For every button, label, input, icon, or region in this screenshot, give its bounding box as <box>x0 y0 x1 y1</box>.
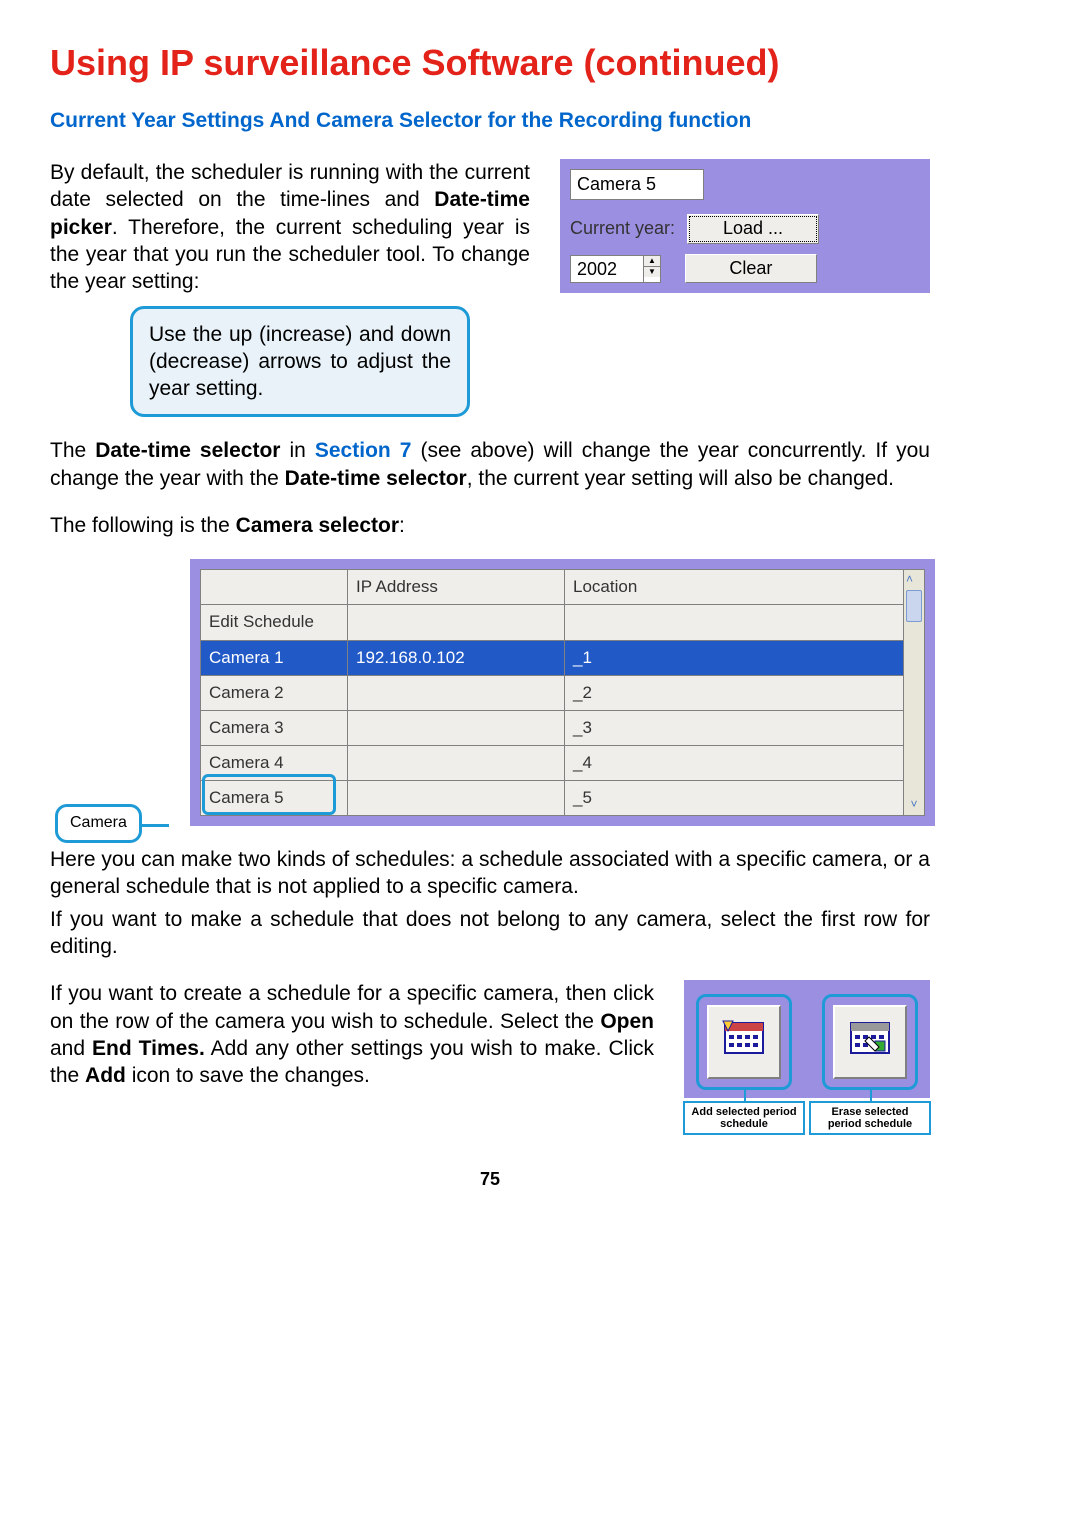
scroll-up-icon[interactable]: ˄ <box>906 570 922 590</box>
cell: _5 <box>565 780 904 815</box>
camera-table[interactable]: IP Address Location Edit Schedule Camera… <box>200 569 904 816</box>
table-header-row: IP Address Location <box>201 570 904 605</box>
add-schedule-button[interactable] <box>707 1005 781 1079</box>
schedule-kinds-paragraph: Here you can make two kinds of schedules… <box>50 846 930 901</box>
header-ip: IP Address <box>348 570 565 605</box>
camera-selector-panel: IP Address Location Edit Schedule Camera… <box>190 559 935 826</box>
cell: Edit Schedule <box>201 605 348 640</box>
text: Add <box>85 1064 126 1087</box>
text: and <box>50 1037 92 1060</box>
cell: Camera 3 <box>201 710 348 745</box>
schedule-icons-panel: Add selected period schedule Erase selec… <box>684 980 930 1098</box>
erase-schedule-caption: Erase selected period schedule <box>809 1101 931 1135</box>
text: icon to save the changes. <box>126 1064 370 1087</box>
cell: Camera 5 <box>201 780 348 815</box>
year-spinner[interactable]: 2002 ▲ ▼ <box>570 255 661 283</box>
header-blank <box>201 570 348 605</box>
erase-schedule-button[interactable] <box>833 1005 907 1079</box>
table-row[interactable]: Camera 2 _2 <box>201 675 904 710</box>
cell: _2 <box>565 675 904 710</box>
year-down-arrow[interactable]: ▼ <box>644 267 660 277</box>
text: The following is the <box>50 514 236 537</box>
clear-button[interactable]: Clear <box>685 254 817 283</box>
cell: 192.168.0.102 <box>348 640 565 675</box>
year-arrows-callout: Use the up (increase) and down (decrease… <box>130 306 470 418</box>
camera-callout: Camera <box>55 804 142 843</box>
table-row[interactable]: Edit Schedule <box>201 605 904 640</box>
date-time-selector-paragraph: The Date-time selector in Section 7 (see… <box>50 437 930 492</box>
cell: _3 <box>565 710 904 745</box>
cell: _4 <box>565 745 904 780</box>
erase-schedule-icon <box>845 1017 895 1067</box>
cell <box>565 605 904 640</box>
text: Date-time selector <box>285 467 467 490</box>
page-number: 75 <box>50 1168 930 1191</box>
camera-field[interactable]: Camera 5 <box>570 169 704 200</box>
cell: _1 <box>565 640 904 675</box>
camera-selector-intro: The following is the Camera selector: <box>50 512 930 539</box>
current-year-label: Current year: <box>570 217 675 240</box>
first-row-paragraph: If you want to make a schedule that does… <box>50 906 930 961</box>
table-row[interactable]: Camera 1 192.168.0.102 _1 <box>201 640 904 675</box>
text: If you want to create a schedule for a s… <box>50 982 654 1032</box>
text: The <box>50 439 95 462</box>
cell: Camera 4 <box>201 745 348 780</box>
text: , the current year setting will also be … <box>467 467 894 490</box>
page-title: Using IP surveillance Software (continue… <box>50 40 930 87</box>
text: Open <box>600 1010 654 1033</box>
year-panel: Camera 5 Current year: Load ... 2002 ▲ ▼… <box>560 159 930 293</box>
erase-schedule-icon-box: Erase selected period schedule <box>822 994 918 1090</box>
scroll-thumb[interactable] <box>906 590 922 622</box>
text: : <box>399 514 405 537</box>
intro-paragraph: By default, the scheduler is running wit… <box>50 159 530 295</box>
scrollbar[interactable]: ˄ ˅ <box>904 569 925 816</box>
cell: Camera 2 <box>201 675 348 710</box>
add-schedule-icon-box: Add selected period schedule <box>696 994 792 1090</box>
header-location: Location <box>565 570 904 605</box>
add-schedule-caption: Add selected period schedule <box>683 1101 805 1135</box>
text: End Times. <box>92 1037 205 1060</box>
cell <box>348 605 565 640</box>
table-row[interactable]: Camera 3 _3 <box>201 710 904 745</box>
cell <box>348 780 565 815</box>
scroll-down-icon[interactable]: ˅ <box>910 795 917 815</box>
cell <box>348 745 565 780</box>
section-subtitle: Current Year Settings And Camera Selecto… <box>50 107 930 134</box>
text: Date-time selector <box>95 439 280 462</box>
text: in <box>280 439 314 462</box>
year-value: 2002 <box>571 256 643 282</box>
cell <box>348 675 565 710</box>
cell <box>348 710 565 745</box>
load-button[interactable]: Load ... <box>687 214 819 243</box>
year-up-arrow[interactable]: ▲ <box>644 256 660 267</box>
cell: Camera 1 <box>201 640 348 675</box>
specific-camera-paragraph: If you want to create a schedule for a s… <box>50 980 654 1089</box>
text: Camera selector <box>236 514 399 537</box>
section-7-ref: Section 7 <box>315 439 412 462</box>
table-row[interactable]: Camera 5 _5 <box>201 780 904 815</box>
text: . Therefore, the current scheduling year… <box>50 216 530 294</box>
add-schedule-icon <box>719 1017 769 1067</box>
table-row[interactable]: Camera 4 _4 <box>201 745 904 780</box>
